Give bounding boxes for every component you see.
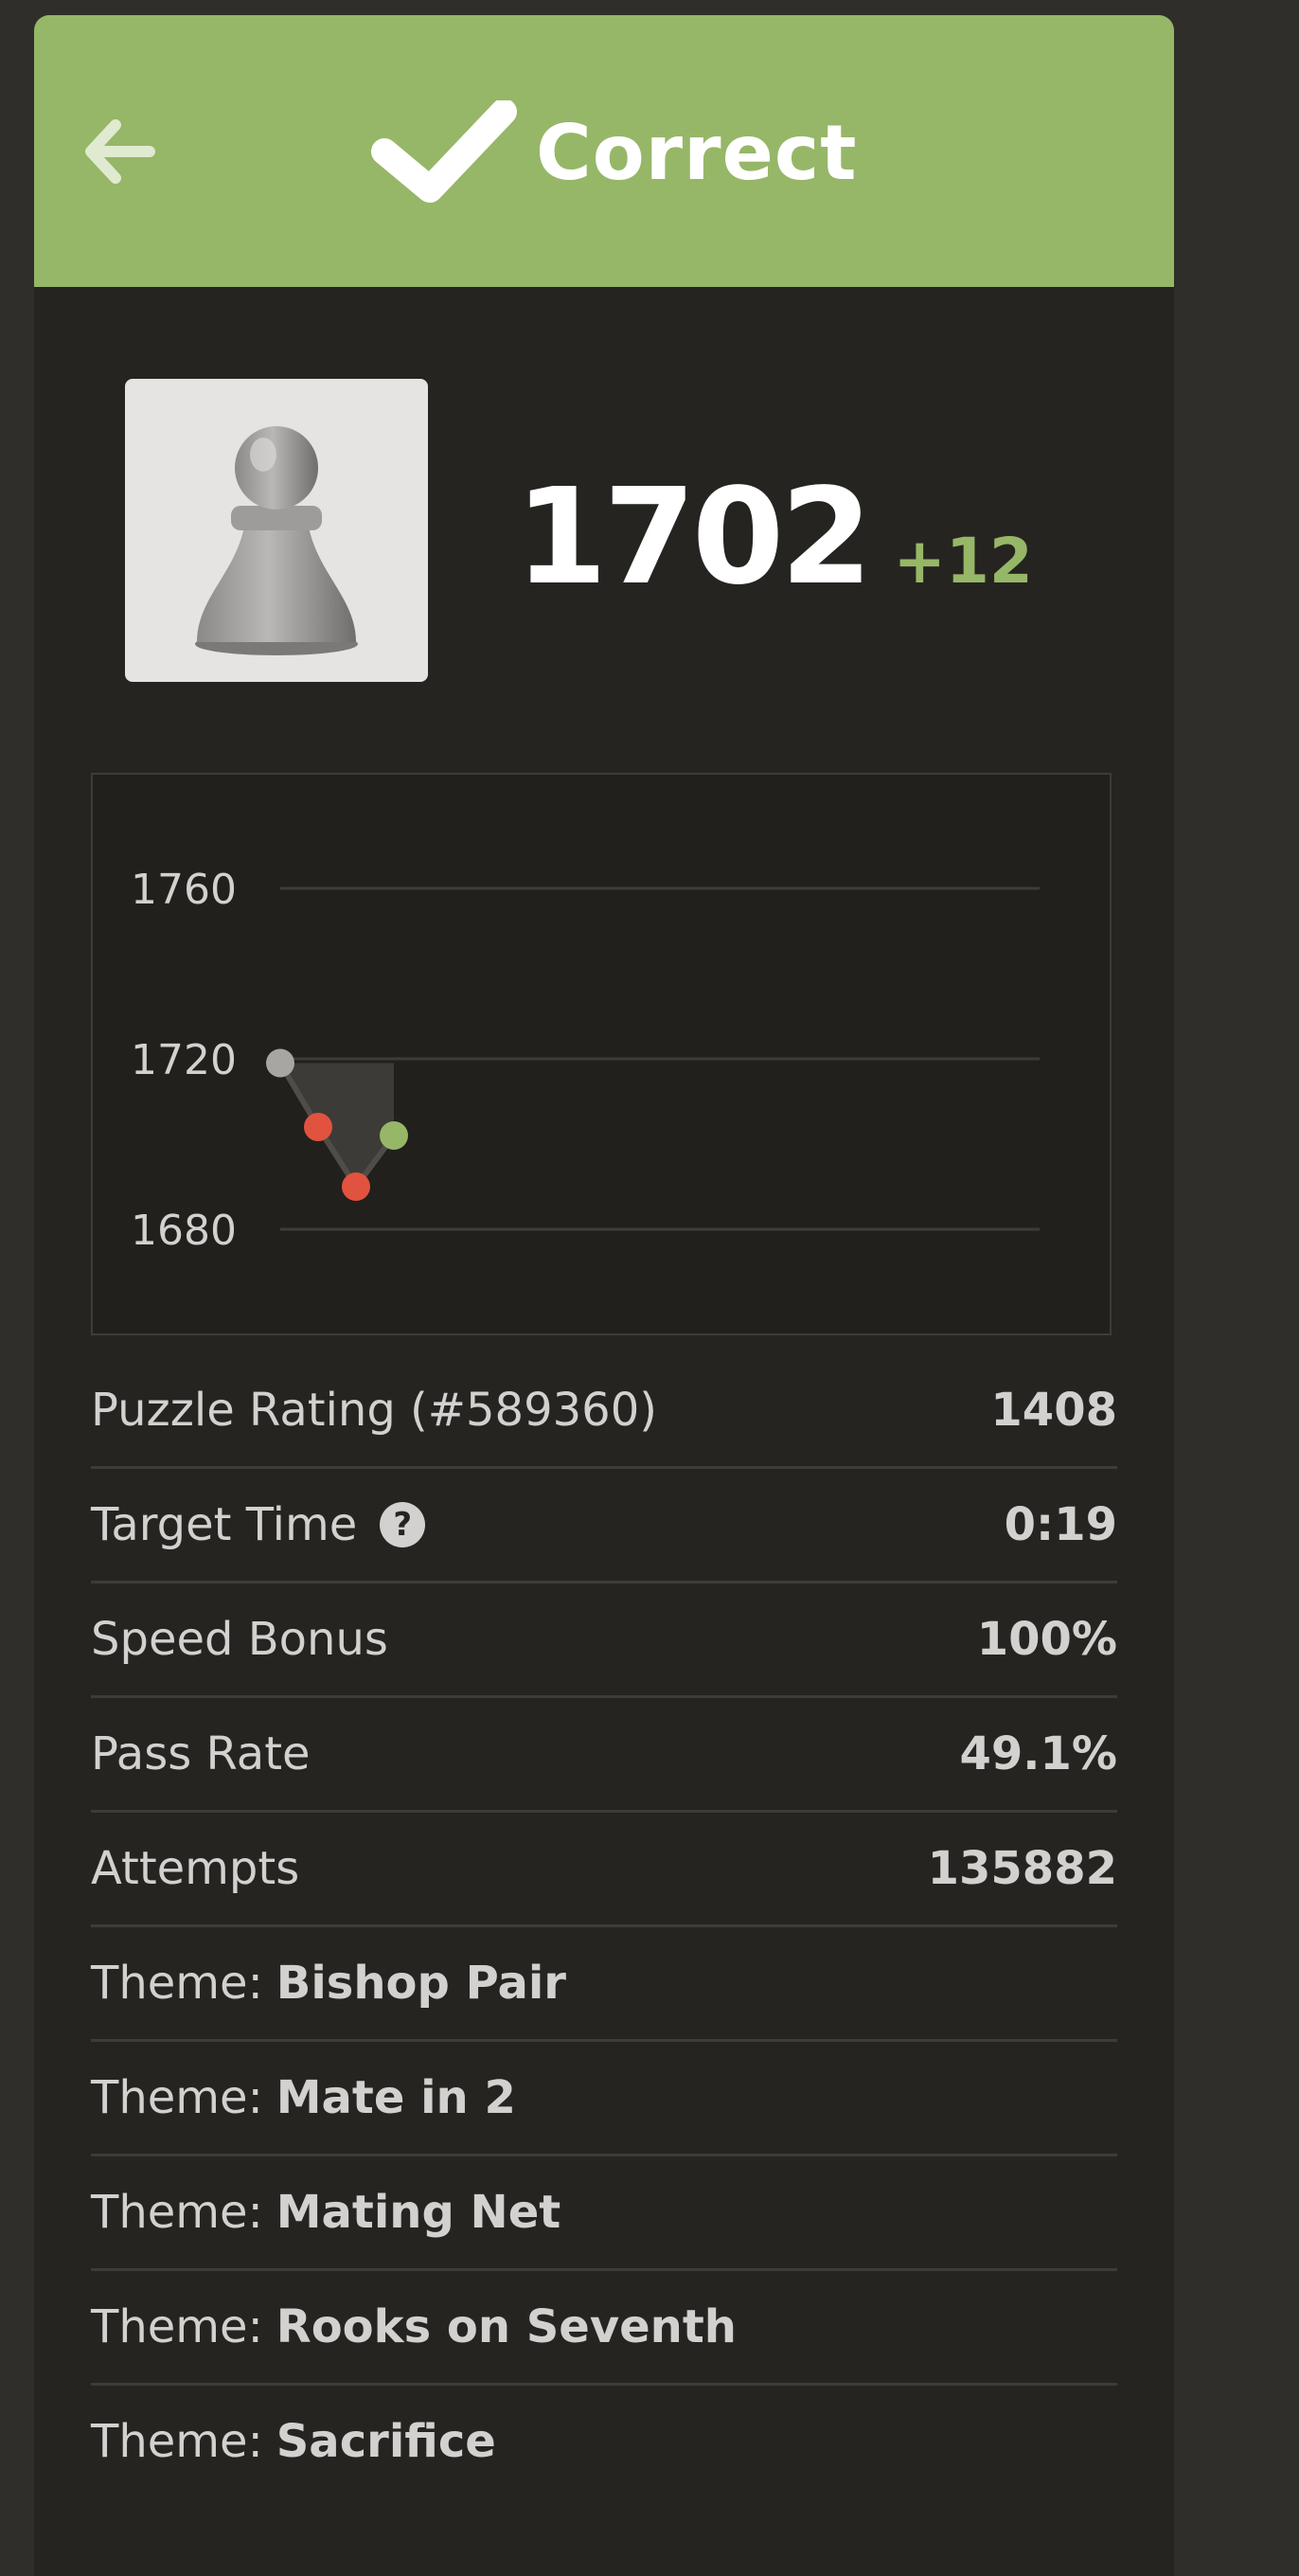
stat-label: Speed Bonus [91, 1613, 388, 1666]
stat-row-attempts: Attempts 135882 [91, 1813, 1117, 1927]
stat-label: Target Time [91, 1498, 358, 1551]
rating-change: +12 [893, 525, 1033, 598]
stat-value: 49.1% [959, 1727, 1117, 1780]
checkmark-icon [371, 100, 517, 203]
result-title: Correct [367, 100, 858, 205]
theme-row[interactable]: Theme: Mate in 2 [91, 2042, 1117, 2156]
arrow-left-icon [85, 119, 155, 184]
theme-row[interactable]: Theme: Bishop Pair [91, 1927, 1117, 2042]
puzzle-result-panel: Correct 1702 +12 1760 1720 1680 Puzzle R… [34, 15, 1174, 2576]
theme-label: Theme: Sacrifice [91, 2415, 496, 2468]
pawn-icon [195, 426, 358, 655]
result-title-text: Correct [536, 108, 858, 197]
theme-row[interactable]: Theme: Sacrifice [91, 2386, 1117, 2497]
theme-name: Mate in 2 [276, 2071, 516, 2124]
chart-tick-label: 1760 [131, 866, 237, 914]
stat-value: 1408 [990, 1384, 1117, 1437]
theme-label: Theme: Mate in 2 [91, 2071, 516, 2124]
stat-row-pass-rate: Pass Rate 49.1% [91, 1698, 1117, 1813]
stat-label: Pass Rate [91, 1727, 311, 1780]
puzzle-stats: Puzzle Rating (#589360) 1408 Target Time… [91, 1354, 1117, 2497]
theme-name: Rooks on Seventh [276, 2300, 737, 2353]
theme-prefix: Theme: [91, 1957, 263, 2010]
avatar [125, 379, 428, 682]
stat-label-wrap: Target Time ? [91, 1498, 426, 1551]
stat-row-target-time: Target Time ? 0:19 [91, 1469, 1117, 1583]
result-header: Correct [34, 15, 1174, 287]
theme-name: Bishop Pair [276, 1957, 566, 2010]
chart-point-solved [380, 1121, 408, 1150]
stat-value: 0:19 [1004, 1498, 1117, 1551]
theme-prefix: Theme: [91, 2071, 263, 2124]
chart-point-failed [342, 1172, 370, 1201]
rating-chart-svg: 1760 1720 1680 [131, 866, 1040, 1255]
theme-prefix: Theme: [91, 2300, 263, 2353]
theme-name: Mating Net [276, 2186, 561, 2239]
back-button[interactable] [81, 114, 157, 189]
stat-row-speed-bonus: Speed Bonus 100% [91, 1583, 1117, 1698]
stat-label: Puzzle Rating (#589360) [91, 1384, 657, 1437]
chart-point-start [266, 1048, 294, 1078]
stat-row-puzzle-rating: Puzzle Rating (#589360) 1408 [91, 1354, 1117, 1469]
stat-value: 100% [976, 1613, 1117, 1666]
chart-point-failed [304, 1113, 332, 1141]
player-rating: 1702 [515, 460, 873, 615]
theme-label: Theme: Rooks on Seventh [91, 2300, 737, 2353]
chart-tick-label: 1680 [131, 1207, 237, 1255]
chart-tick-label: 1720 [131, 1036, 237, 1084]
theme-label: Theme: Mating Net [91, 2186, 561, 2239]
stat-value: 135882 [927, 1842, 1117, 1895]
question-circle-icon[interactable]: ? [380, 1502, 426, 1547]
theme-row[interactable]: Theme: Mating Net [91, 2156, 1117, 2271]
theme-name: Sacrifice [276, 2415, 496, 2468]
rating-chart: 1760 1720 1680 [91, 773, 1112, 1335]
theme-prefix: Theme: [91, 2186, 263, 2239]
theme-label: Theme: Bishop Pair [91, 1957, 566, 2010]
stat-label: Attempts [91, 1842, 300, 1895]
rating-display: 1702 +12 [515, 460, 1033, 615]
theme-row[interactable]: Theme: Rooks on Seventh [91, 2271, 1117, 2386]
theme-prefix: Theme: [91, 2415, 263, 2468]
chart-area [280, 1063, 394, 1187]
